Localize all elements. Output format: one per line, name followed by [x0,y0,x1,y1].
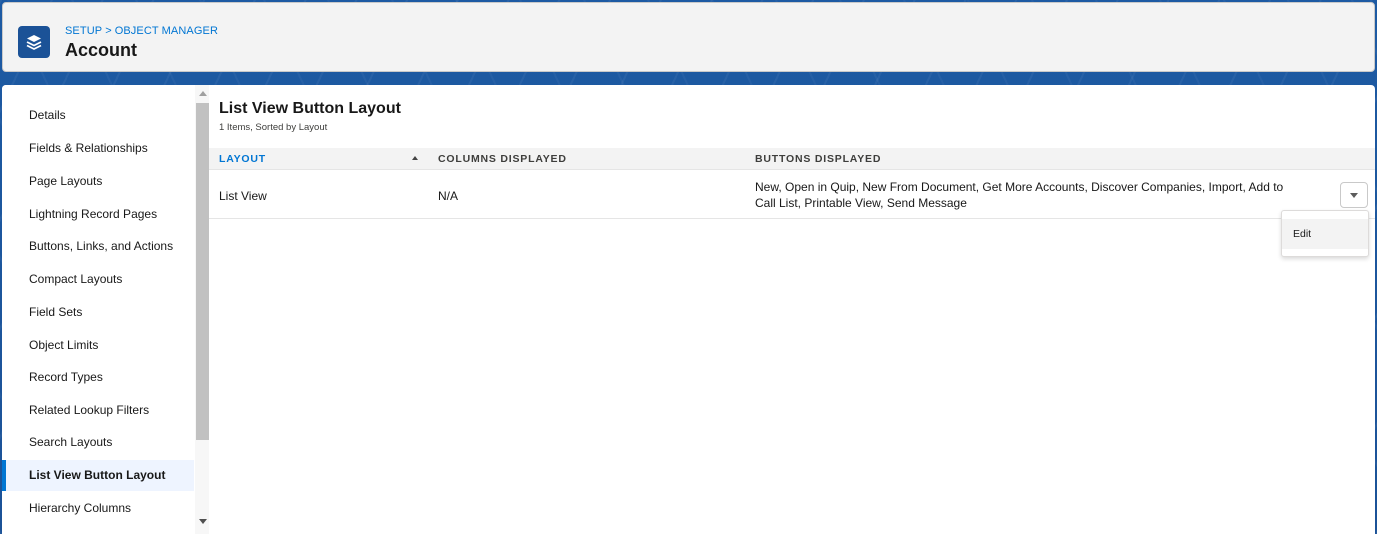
sidebar-nav: Details Fields & Relationships Page Layo… [2,85,209,534]
sidebar-scrollbar-thumb[interactable] [196,103,209,440]
content-area: List View Button Layout 1 Items, Sorted … [209,85,1375,534]
sidebar-item-record-types[interactable]: Record Types [2,362,194,393]
main-panel: Details Fields & Relationships Page Layo… [2,85,1375,534]
sidebar-item-list-view-button-layout[interactable]: List View Button Layout [2,460,194,491]
page-title: Account [65,40,137,60]
sidebar-item-details[interactable]: Details [2,100,194,131]
column-header-buttons-displayed[interactable]: BUTTONS DISPLAYED [755,148,881,170]
cell-buttons-displayed-line1: New, Open in Quip, New From Document, Ge… [755,180,1284,194]
cell-layout: List View [219,189,267,203]
sidebar-item-compact-layouts[interactable]: Compact Layouts [2,264,194,295]
table-row: List View N/A New, Open in Quip, New Fro… [209,171,1375,219]
sidebar-item-fields-relationships[interactable]: Fields & Relationships [2,133,194,164]
sidebar-item-search-layouts[interactable]: Search Layouts [2,427,194,458]
cell-buttons-displayed-line2: Call List, Printable View, Send Message [755,196,967,210]
sidebar-item-hierarchy-columns[interactable]: Hierarchy Columns [2,493,194,524]
sidebar-item-field-sets[interactable]: Field Sets [2,297,194,328]
row-actions-menu: Edit [1281,210,1369,257]
sidebar-item-buttons-links-actions[interactable]: Buttons, Links, and Actions [2,231,194,262]
chevron-down-icon [1350,192,1358,198]
sidebar-item-object-limits[interactable]: Object Limits [2,330,194,361]
sort-ascending-icon[interactable] [412,156,418,160]
sidebar-item-page-layouts[interactable]: Page Layouts [2,166,194,197]
breadcrumb-separator: > [105,25,112,37]
cell-buttons-displayed: New, Open in Quip, New From Document, Ge… [755,179,1285,211]
breadcrumb-object-manager-link[interactable]: OBJECT MANAGER [115,25,218,37]
row-actions-button[interactable] [1340,182,1368,208]
scroll-down-arrow-icon[interactable] [199,519,207,524]
page-header: SETUP > OBJECT MANAGER Account [2,2,1375,72]
table-header: LAYOUT COLUMNS DISPLAYED BUTTONS DISPLAY… [209,148,1375,170]
object-icon [18,26,50,58]
section-subtitle: 1 Items, Sorted by Layout [219,122,328,133]
sidebar-item-lightning-record-pages[interactable]: Lightning Record Pages [2,199,194,230]
cell-columns-displayed: N/A [438,189,459,203]
menu-item-edit[interactable]: Edit [1282,219,1368,249]
section-title: List View Button Layout [219,100,401,117]
column-header-columns-displayed[interactable]: COLUMNS DISPLAYED [438,148,567,170]
sidebar-item-related-lookup-filters[interactable]: Related Lookup Filters [2,395,194,426]
column-header-layout[interactable]: LAYOUT [219,148,266,170]
scroll-up-arrow-icon[interactable] [199,91,207,96]
layers-icon [26,35,42,50]
breadcrumb-setup-link[interactable]: SETUP [65,25,102,37]
breadcrumb: SETUP > OBJECT MANAGER [65,25,218,37]
